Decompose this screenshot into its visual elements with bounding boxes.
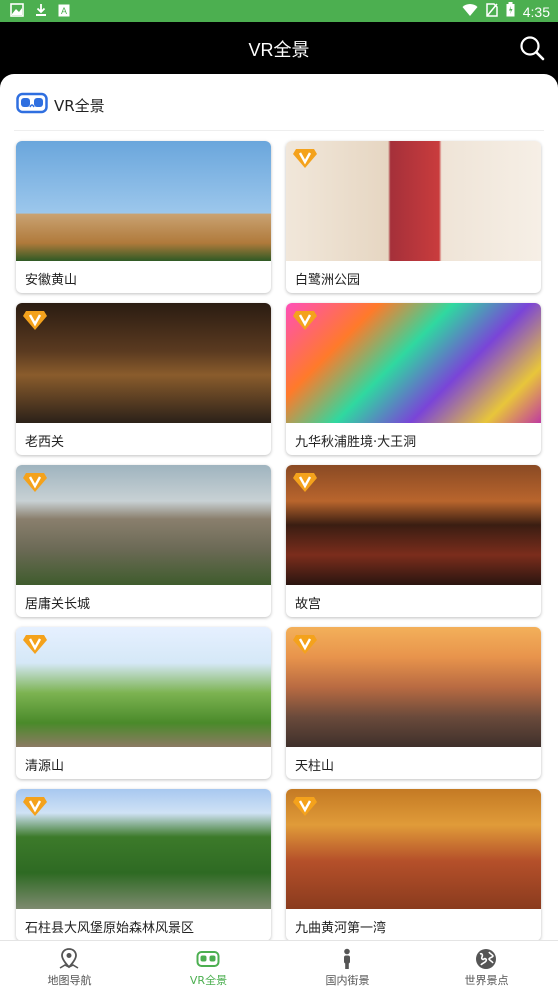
- search-icon: [518, 36, 546, 66]
- vr-card[interactable]: 九曲黄河第一湾: [286, 789, 541, 940]
- vr-card[interactable]: 居庸关长城: [16, 465, 271, 617]
- divider: [14, 130, 544, 131]
- bottom-nav: 地图导航 VR全景 国内街景 世界景点: [0, 940, 558, 993]
- vip-badge-icon: [22, 795, 48, 817]
- page-title: VR全景: [248, 40, 310, 60]
- card-image: [16, 627, 271, 747]
- card-label: 安徽黄山: [25, 273, 78, 288]
- svg-text:A: A: [61, 6, 67, 16]
- search-button[interactable]: [518, 34, 546, 62]
- vip-badge-icon: [22, 309, 48, 331]
- card-image: [16, 789, 271, 909]
- card-label: 九华秋浦胜境·大王洞: [295, 435, 417, 450]
- section-title: VR全景: [54, 96, 105, 115]
- card-label: 白鹭洲公园: [295, 273, 361, 288]
- photo-icon: [10, 3, 24, 21]
- vip-badge-icon: [292, 795, 318, 817]
- globe-icon: [474, 947, 498, 971]
- card-image: [16, 465, 271, 585]
- vr-card[interactable]: 石柱县大风堡原始森林风景区: [16, 789, 271, 940]
- card-label: 九曲黄河第一湾: [295, 921, 387, 936]
- nav-label: 世界景点: [464, 974, 509, 987]
- nav-label: 国内街景: [325, 974, 370, 987]
- card-label: 老西关: [25, 435, 65, 450]
- vip-badge-icon: [22, 633, 48, 655]
- vr-headset-icon: [16, 91, 48, 119]
- vip-badge-icon: [22, 471, 48, 493]
- card-image: [286, 465, 541, 585]
- status-bar: A 4:35: [0, 0, 558, 22]
- card-label: 故宫: [295, 597, 322, 612]
- vr-card[interactable]: 清源山: [16, 627, 271, 779]
- text-icon: A: [58, 4, 70, 21]
- nav-item-map[interactable]: 地图导航: [0, 941, 139, 993]
- map-pin-icon: [57, 947, 81, 971]
- clock: 4:35: [522, 3, 550, 20]
- nav-item-street-view[interactable]: 国内街景: [278, 941, 417, 993]
- nav-label: 地图导航: [47, 974, 92, 987]
- battery-icon: [506, 2, 515, 21]
- card-image: [16, 303, 271, 423]
- vr-card[interactable]: 故宫: [286, 465, 541, 617]
- card-image: [16, 141, 271, 261]
- vip-badge-icon: [292, 471, 318, 493]
- card-label: 石柱县大风堡原始森林风景区: [25, 921, 195, 936]
- nav-label: VR全景: [189, 974, 228, 987]
- person-icon: [335, 947, 359, 971]
- app-bar: VR全景: [0, 22, 558, 74]
- vr-card[interactable]: 白鹭洲公园: [286, 141, 541, 293]
- vr-card[interactable]: 九华秋浦胜境·大王洞: [286, 303, 541, 455]
- content-sheet: VR全景 安徽黄山 白鹭洲公园 老西关 九华秋浦胜境·大王洞 居庸关长城 故宫 …: [0, 74, 558, 940]
- vr-card[interactable]: 老西关: [16, 303, 271, 455]
- vip-badge-icon: [292, 633, 318, 655]
- card-image: [286, 303, 541, 423]
- nav-item-vr[interactable]: VR全景: [139, 941, 278, 993]
- vr-card[interactable]: 安徽黄山: [16, 141, 271, 293]
- card-label: 天柱山: [295, 759, 335, 774]
- card-label: 居庸关长城: [25, 597, 91, 612]
- section-header: VR全景: [16, 92, 105, 118]
- card-label: 清源山: [25, 759, 65, 774]
- vr-headset-icon: [196, 947, 220, 971]
- vip-badge-icon: [292, 147, 318, 169]
- card-image: [286, 627, 541, 747]
- nav-item-world[interactable]: 世界景点: [417, 941, 556, 993]
- no-sim-icon: [486, 2, 498, 21]
- vip-badge-icon: [292, 309, 318, 331]
- vr-card[interactable]: 天柱山: [286, 627, 541, 779]
- card-image: [286, 141, 541, 261]
- card-image: [286, 789, 541, 909]
- download-icon: [34, 3, 48, 21]
- wifi-icon: [462, 3, 478, 21]
